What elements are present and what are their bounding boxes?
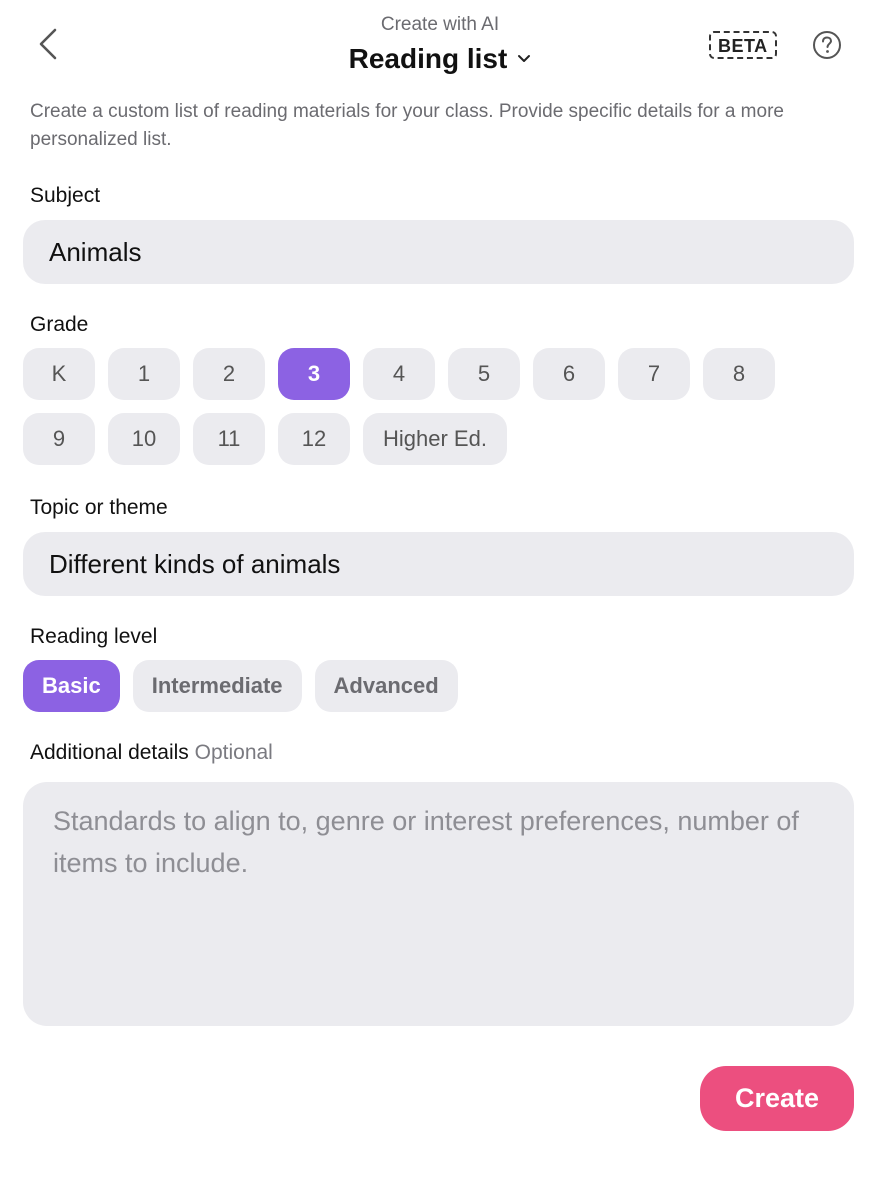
beta-badge: BETA [709, 31, 777, 59]
reading-level-chip-advanced[interactable]: Advanced [314, 660, 458, 712]
reading-level-chip-basic[interactable]: Basic [23, 660, 120, 712]
reading-level-label: Reading level [30, 625, 158, 648]
grade-chip-k[interactable]: K [23, 348, 95, 400]
topic-label: Topic or theme [30, 496, 168, 519]
additional-details-label-text: Additional details [30, 741, 189, 764]
tool-switcher[interactable]: Reading list [349, 42, 532, 76]
create-button[interactable]: Create [700, 1066, 854, 1131]
page-title: Reading list [348, 43, 508, 74]
optional-label: Optional [194, 741, 273, 764]
grade-chip-1[interactable]: 1 [108, 348, 180, 400]
grade-chip-4[interactable]: 4 [363, 348, 435, 400]
header: Create with AI Reading list BETA [0, 0, 880, 90]
chevron-down-icon [518, 55, 531, 62]
topic-input[interactable]: Different kinds of animals [23, 532, 854, 596]
grade-chip-12[interactable]: 12 [278, 413, 350, 465]
help-button[interactable] [812, 30, 842, 60]
help-circle-icon [813, 31, 841, 59]
subject-label: Subject [30, 184, 101, 207]
grade-chip-9[interactable]: 9 [23, 413, 95, 465]
grade-chips: K 1 2 3 4 5 6 7 8 9 10 11 12 Higher Ed. [23, 348, 783, 465]
grade-chip-6[interactable]: 6 [533, 348, 605, 400]
subject-input[interactable]: Animals [23, 220, 854, 284]
grade-chip-higher-ed[interactable]: Higher Ed. [363, 413, 507, 465]
reading-level-chip-intermediate[interactable]: Intermediate [132, 660, 302, 712]
grade-chip-7[interactable]: 7 [618, 348, 690, 400]
grade-label: Grade [30, 313, 89, 336]
grade-chip-2[interactable]: 2 [193, 348, 265, 400]
grade-chip-5[interactable]: 5 [448, 348, 520, 400]
grade-chip-3[interactable]: 3 [278, 348, 350, 400]
description-text: Create a custom list of reading material… [30, 101, 784, 150]
additional-details-label: Additional details Optional [30, 739, 880, 767]
additional-details-textarea[interactable]: Standards to align to, genre or interest… [23, 782, 854, 1026]
grade-chip-11[interactable]: 11 [193, 413, 265, 465]
grade-chip-10[interactable]: 10 [108, 413, 180, 465]
grade-chip-8[interactable]: 8 [703, 348, 775, 400]
reading-level-chips: Basic Intermediate Advanced [23, 660, 783, 712]
